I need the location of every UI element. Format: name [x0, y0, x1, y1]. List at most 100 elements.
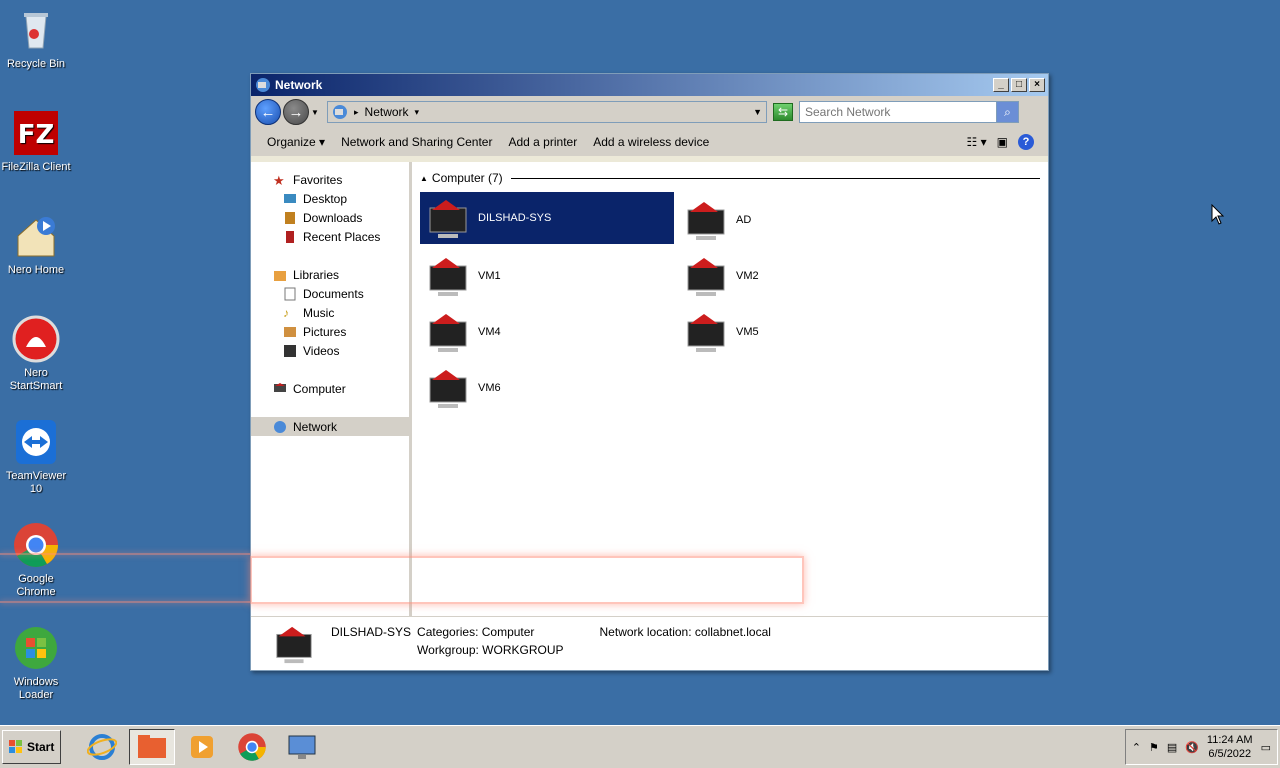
nav-item-downloads[interactable]: Downloads: [251, 208, 409, 227]
desktop-icon-chrome[interactable]: Google Chrome: [0, 521, 72, 599]
taskbar-media-player[interactable]: [179, 729, 225, 765]
details-workgroup: Workgroup: WORKGROUP: [417, 643, 564, 657]
details-categories: Categories: Computer: [417, 625, 535, 639]
clock[interactable]: 11:24 AM 6/5/2022: [1207, 733, 1253, 761]
view-options-icon[interactable]: ☷ ▾: [967, 135, 987, 149]
network-icon: [274, 420, 286, 433]
desktop-icon-nero-startsmart[interactable]: Nero StartSmart: [0, 315, 72, 393]
desktop-icon-label: Nero Home: [7, 264, 65, 276]
start-button[interactable]: Start: [2, 730, 62, 764]
computer-item[interactable]: DILSHAD-SYS: [420, 192, 674, 244]
help-icon[interactable]: ?: [1018, 134, 1034, 150]
computer-item[interactable]: VM5: [678, 304, 932, 360]
taskbar-explorer[interactable]: [129, 729, 176, 765]
computer-item[interactable]: VM1: [420, 248, 674, 304]
computer-icon: [274, 382, 286, 392]
show-desktop-icon[interactable]: ▭: [1261, 741, 1271, 754]
computer-item[interactable]: AD: [678, 192, 932, 248]
desktop-icon-label: Windows Loader: [13, 676, 59, 701]
search-box[interactable]: ⌕: [799, 101, 1019, 123]
file-list: ▲ Computer (7) DILSHAD-SYS AD VM1 VM2 VM…: [412, 162, 1048, 616]
title-bar[interactable]: Network _ □ ×: [251, 74, 1048, 96]
computer-item[interactable]: VM4: [420, 304, 674, 360]
nav-item-recent-places[interactable]: Recent Places: [251, 227, 409, 246]
nav-item-favorites[interactable]: ★ Favorites: [251, 170, 409, 189]
downloads-icon: [285, 211, 295, 224]
taskbar-remote-desktop[interactable]: [279, 729, 325, 765]
computer-icon: [429, 200, 467, 238]
desktop-icon-recycle-bin[interactable]: Recycle Bin: [0, 6, 72, 71]
search-input[interactable]: [805, 105, 996, 119]
documents-icon: [284, 287, 296, 300]
add-wireless-device-button[interactable]: Add a wireless device: [585, 135, 717, 149]
address-text: Network: [364, 105, 409, 119]
explorer-window: Network _ □ × ← → ▼ ▸ Network ▾ ▼ ⇆ ⌕ Or…: [250, 73, 1049, 671]
desktop-icon-label: FileZilla Client: [1, 161, 71, 173]
navigation-pane: ★ Favorites Desktop Downloads Recent Plac…: [251, 162, 412, 616]
close-button[interactable]: ×: [1029, 78, 1045, 92]
recycle-bin-icon: [24, 13, 48, 49]
chrome-icon: [14, 523, 58, 567]
add-printer-button[interactable]: Add a printer: [500, 135, 585, 149]
organize-button[interactable]: Organize ▾: [259, 135, 333, 149]
action-center-flag-icon[interactable]: ⚑: [1149, 741, 1159, 754]
nav-item-music[interactable]: ♪ Music: [251, 303, 409, 322]
address-bar: ← → ▼ ▸ Network ▾ ▼ ⇆ ⌕: [251, 96, 1048, 128]
network-status-icon[interactable]: ▤: [1167, 741, 1177, 754]
volume-muted-icon[interactable]: 🔇: [1185, 741, 1199, 754]
address-field[interactable]: ▸ Network ▾ ▼: [327, 101, 767, 123]
taskbar-chrome[interactable]: [229, 729, 275, 765]
nav-item-pictures[interactable]: Pictures: [251, 322, 409, 341]
chrome-icon: [238, 733, 267, 761]
details-pane: DILSHAD-SYS Categories: Computer Workgro…: [251, 616, 1048, 670]
windows-logo-icon: [9, 740, 22, 753]
network-sharing-center-button[interactable]: Network and Sharing Center: [333, 135, 500, 149]
desktop-icon-label: Google Chrome: [16, 573, 56, 598]
nav-item-videos[interactable]: Videos: [251, 341, 409, 360]
window-title: Network: [275, 78, 323, 92]
preview-pane-icon[interactable]: ▣: [997, 135, 1008, 149]
computer-item[interactable]: VM6: [420, 360, 674, 416]
taskbar-internet-explorer[interactable]: [79, 729, 125, 765]
desktop-icon-teamviewer[interactable]: TeamViewer 10: [0, 418, 72, 496]
svg-text:FZ: FZ: [18, 120, 55, 150]
music-icon: ♪: [283, 305, 289, 320]
forward-button[interactable]: →: [283, 99, 309, 125]
computer-icon: [687, 202, 725, 240]
maximize-button[interactable]: □: [1011, 78, 1027, 92]
recent-places-icon: [286, 230, 294, 243]
recent-pages-dropdown[interactable]: ▼: [311, 108, 321, 117]
desktop-icon-label: Recycle Bin: [6, 58, 66, 70]
taskbar: Start ⌃ ⚑ ▤ 🔇 11:24 AM 6/5/2022 ▭: [0, 725, 1280, 768]
show-hidden-icons-icon[interactable]: ⌃: [1132, 741, 1141, 754]
remote-desktop-icon: [288, 735, 316, 759]
desktop-icon-windows-loader[interactable]: Windows Loader: [0, 624, 72, 702]
nav-item-libraries[interactable]: Libraries: [251, 265, 409, 284]
nav-item-desktop[interactable]: Desktop: [251, 189, 409, 208]
back-button[interactable]: ←: [255, 99, 281, 125]
windows-loader-icon: [15, 627, 57, 669]
computer-item[interactable]: VM2: [678, 248, 932, 304]
computer-icon: [429, 258, 467, 296]
nav-item-network[interactable]: Network: [251, 417, 409, 436]
clock-time: 11:24 AM: [1206, 734, 1253, 746]
nero-startsmart-icon: [12, 315, 60, 363]
address-dropdown-icon[interactable]: ▼: [753, 107, 762, 117]
computer-icon: [429, 314, 467, 352]
search-icon[interactable]: ⌕: [996, 102, 1018, 122]
nav-item-documents[interactable]: Documents: [251, 284, 409, 303]
refresh-button[interactable]: ⇆: [773, 103, 793, 121]
command-bar: Organize ▾ Network and Sharing Center Ad…: [251, 128, 1048, 156]
computer-icon: [276, 626, 312, 664]
pictures-icon: [284, 326, 296, 337]
nav-item-computer[interactable]: Computer: [251, 379, 409, 398]
media-player-icon: [191, 736, 214, 758]
desktop-icon-filezilla[interactable]: FZ FileZilla Client: [0, 109, 72, 174]
desktop-icon-label: Nero StartSmart: [9, 367, 63, 392]
internet-explorer-icon: [87, 734, 118, 760]
details-name: DILSHAD-SYS: [331, 625, 412, 639]
minimize-button[interactable]: _: [993, 78, 1009, 92]
mouse-cursor-icon: [1211, 204, 1225, 225]
desktop-icon-nero-home[interactable]: Nero Home: [0, 212, 72, 277]
group-header[interactable]: ▲ Computer (7): [420, 170, 1040, 186]
